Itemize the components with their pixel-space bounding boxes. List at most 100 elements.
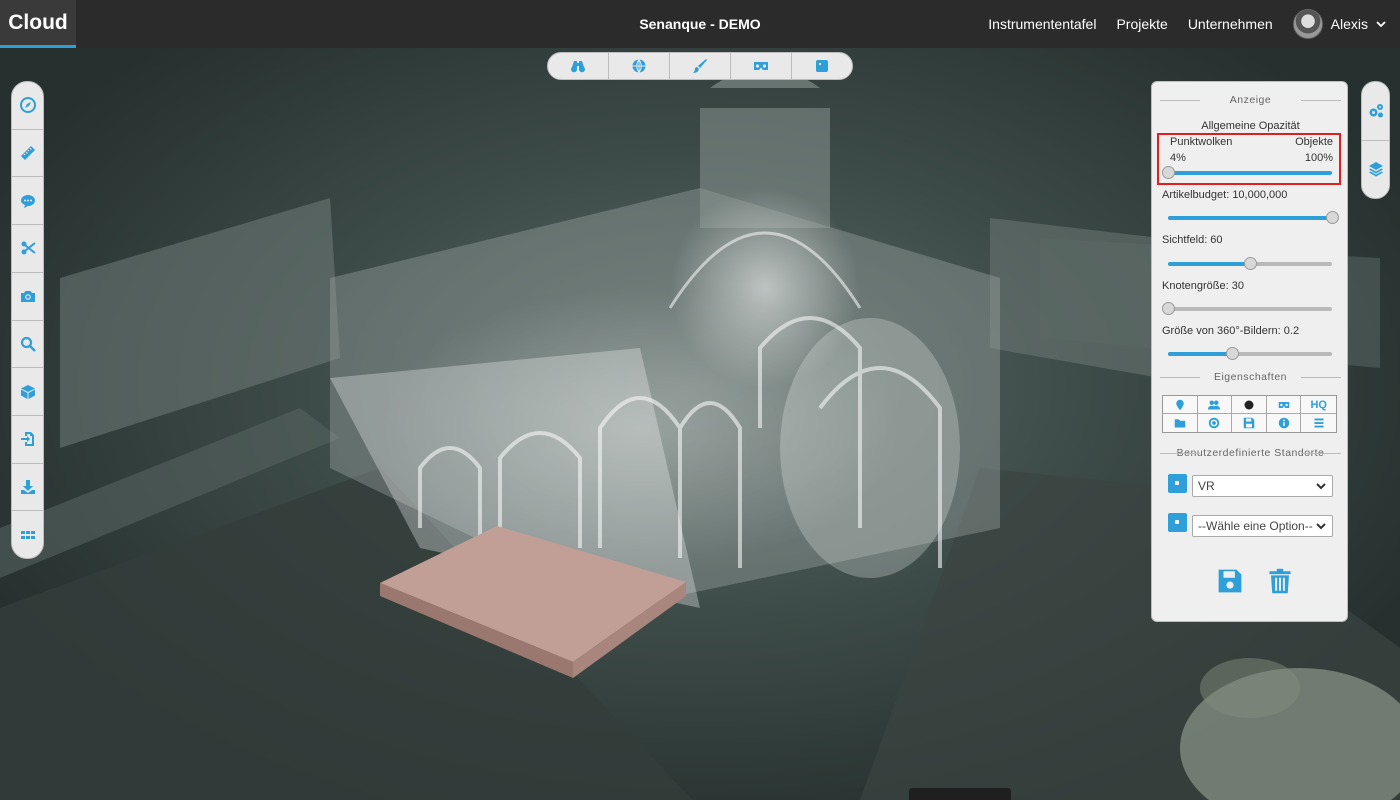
locations-section-title: Benutzerdefinierte Standorte [1160, 447, 1341, 459]
binoculars-icon [571, 61, 585, 73]
layers-button[interactable] [1362, 141, 1389, 199]
pointcloud-label: Punktwolken [1170, 136, 1233, 148]
users-icon [1208, 400, 1221, 409]
measure-button[interactable] [12, 130, 43, 178]
node-size-slider[interactable] [1162, 302, 1332, 315]
budget-label: Artikelbudget: 10,000,000 [1162, 189, 1288, 201]
image360-size-slider-knob[interactable] [1225, 347, 1239, 360]
import-button[interactable] [12, 416, 43, 464]
compass-button[interactable] [12, 82, 43, 130]
right-toolbar [1361, 81, 1390, 199]
vr-goggles-icon [754, 62, 768, 70]
delete-location-button[interactable] [1267, 567, 1293, 595]
vr-button[interactable] [731, 53, 792, 79]
search-button[interactable] [12, 321, 43, 369]
compass-icon [19, 97, 36, 114]
target-icon [1209, 417, 1220, 429]
fov-slider-knob[interactable] [1244, 257, 1257, 270]
chevron-down-icon [1316, 483, 1326, 490]
properties-grid: HQ [1162, 395, 1337, 433]
marker-icon [1176, 399, 1184, 410]
pointcloud-opacity-value: 4% [1170, 152, 1186, 164]
layers-icon [1368, 162, 1383, 177]
chevron-down-icon [1316, 523, 1326, 530]
cube-icon [20, 384, 35, 399]
budget-slider[interactable] [1168, 211, 1339, 224]
location-select-1[interactable]: VR [1192, 475, 1333, 497]
marker-toggle[interactable] [1163, 396, 1198, 414]
list-icon [1314, 418, 1324, 428]
location-2-button[interactable] [1168, 513, 1187, 532]
user-menu[interactable]: Alexis [1292, 9, 1386, 39]
nav-company[interactable]: Unternehmen [1188, 16, 1273, 32]
brush-icon [693, 59, 707, 73]
image360-size-label: Größe von 360°-Bildern: 0.2 [1162, 325, 1300, 337]
apps-button[interactable] [12, 511, 43, 558]
clip-button[interactable] [12, 225, 43, 273]
ruler-icon [20, 146, 35, 161]
display-section-title: Anzeige [1160, 94, 1341, 106]
objects-opacity-value: 100% [1304, 152, 1333, 164]
top-navbar: Cloud Senanque - DEMO Instrumententafel … [0, 0, 1400, 48]
nav-projects[interactable]: Projekte [1116, 16, 1167, 32]
screenshot-button[interactable] [12, 273, 43, 321]
list-toggle[interactable] [1301, 414, 1336, 432]
location-1-button[interactable] [1168, 474, 1187, 493]
user-name: Alexis [1330, 16, 1368, 32]
display-panel: Anzeige Allgemeine Opazität Punktwolken … [1151, 81, 1348, 622]
info-toggle[interactable] [1267, 414, 1302, 432]
save-toggle[interactable] [1232, 414, 1267, 432]
chevron-down-icon [1376, 21, 1386, 28]
import-icon [20, 432, 34, 447]
comment-button[interactable] [12, 177, 43, 226]
opacity-slider[interactable] [1162, 166, 1332, 179]
globe-button[interactable] [609, 53, 670, 79]
fov-label: Sichtfeld: 60 [1162, 234, 1223, 246]
objects-label: Objekte [1295, 136, 1333, 148]
node-size-slider-knob[interactable] [1162, 302, 1175, 315]
folder-toggle[interactable] [1163, 414, 1198, 432]
object-button[interactable] [12, 368, 43, 416]
cogs-icon [1369, 103, 1383, 118]
opacity-title: Allgemeine Opazität [1201, 120, 1300, 132]
users-toggle[interactable] [1197, 396, 1233, 414]
main-nav: Instrumententafel Projekte Unternehmen A… [988, 0, 1386, 48]
navigation-mode-button[interactable] [548, 53, 609, 79]
circle-icon [1244, 400, 1254, 409]
save-icon [1218, 569, 1242, 593]
left-toolbar [11, 81, 44, 559]
bottom-panel-tab[interactable] [909, 788, 1011, 800]
hq-toggle[interactable]: HQ [1301, 396, 1336, 414]
nav-dashboard[interactable]: Instrumententafel [988, 16, 1096, 32]
location-select-2[interactable]: --Wähle eine Option-- [1192, 515, 1333, 537]
top-toolbar [547, 52, 853, 80]
square-button[interactable] [792, 53, 852, 79]
download-button[interactable] [12, 464, 43, 512]
opacity-slider-knob[interactable] [1162, 166, 1175, 179]
folder-icon [1174, 419, 1186, 428]
vr-toggle[interactable] [1266, 396, 1302, 414]
properties-section-title: Eigenschaften [1160, 371, 1341, 383]
trash-icon [1269, 568, 1291, 594]
location-select-2-value: --Wähle eine Option-- [1198, 519, 1313, 533]
hq-label: HQ [1310, 398, 1327, 411]
comment-icon [20, 194, 35, 208]
brush-button[interactable] [670, 53, 731, 79]
budget-slider-knob[interactable] [1326, 211, 1339, 224]
scissors-icon [21, 241, 36, 255]
brand-logo[interactable]: Cloud [0, 0, 76, 48]
vr-goggles-icon [1278, 401, 1289, 408]
download-icon [20, 479, 35, 494]
image360-size-slider[interactable] [1168, 347, 1332, 360]
location-select-1-value: VR [1198, 479, 1215, 493]
grid-icon [20, 530, 35, 539]
save-location-button[interactable] [1217, 567, 1243, 595]
fov-slider[interactable] [1168, 257, 1332, 270]
settings-button[interactable] [1362, 82, 1389, 141]
globe-icon [632, 59, 646, 73]
info-icon [1278, 417, 1289, 429]
circle-toggle[interactable] [1232, 396, 1267, 414]
save-icon [1243, 417, 1255, 429]
avatar [1292, 9, 1323, 39]
target-toggle[interactable] [1198, 414, 1233, 432]
